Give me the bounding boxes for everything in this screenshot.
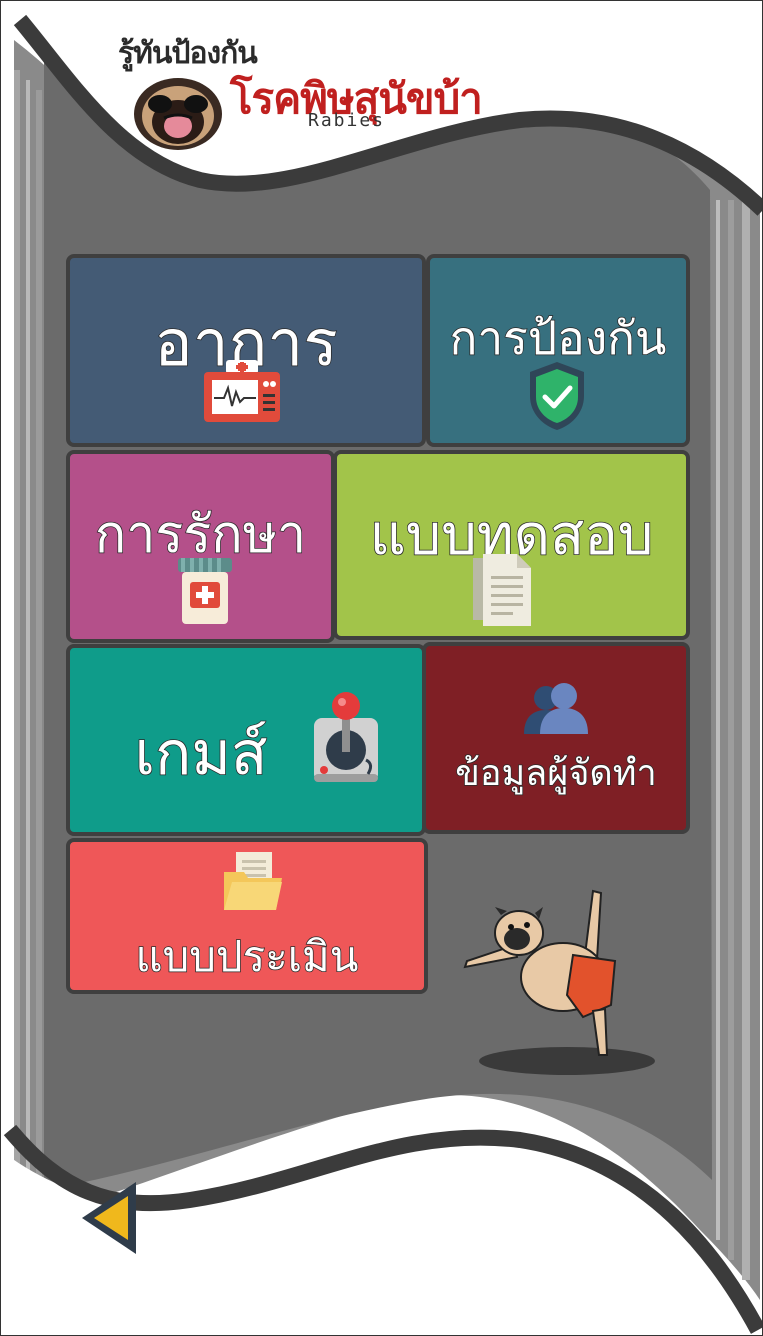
document-icon xyxy=(473,554,531,626)
medical-monitor-icon xyxy=(204,360,280,422)
pug-head-icon xyxy=(134,78,222,150)
menu-tile-credits[interactable]: ข้อมูลผู้จัดทำ xyxy=(422,642,690,834)
people-icon xyxy=(524,683,588,734)
app-logo: รู้ทันป้องกัน โรคพิษสุนัขบ้า Rabies xyxy=(110,28,510,158)
menu-tile-game[interactable]: เกมส์ xyxy=(66,644,426,836)
shield-check-icon xyxy=(530,362,584,430)
back-triangle-icon[interactable] xyxy=(76,1178,142,1258)
folder-icon xyxy=(224,852,282,910)
tile-label-credits: ข้อมูลผู้จัดทำ xyxy=(454,752,657,795)
medicine-bottle-icon xyxy=(178,558,232,624)
menu-tile-symptoms[interactable]: อาการ xyxy=(66,254,426,447)
tile-label-evaluation: แบบประเมิน xyxy=(135,931,359,982)
menu-tile-evaluation[interactable]: แบบประเมิน xyxy=(66,838,428,994)
app-screen: รู้ทันป้องกัน โรคพิษสุนัขบ้า Rabies อากา… xyxy=(0,0,763,1336)
menu-tile-quiz[interactable]: แบบทดสอบ xyxy=(333,450,690,640)
menu-tile-prevention[interactable]: การป้องกัน xyxy=(426,254,690,447)
logo-title-english: Rabies xyxy=(308,110,386,131)
menu-tile-treatment[interactable]: การรักษา xyxy=(66,450,335,643)
dancing-pug-illustration xyxy=(463,889,655,1075)
joystick-icon xyxy=(314,692,378,782)
